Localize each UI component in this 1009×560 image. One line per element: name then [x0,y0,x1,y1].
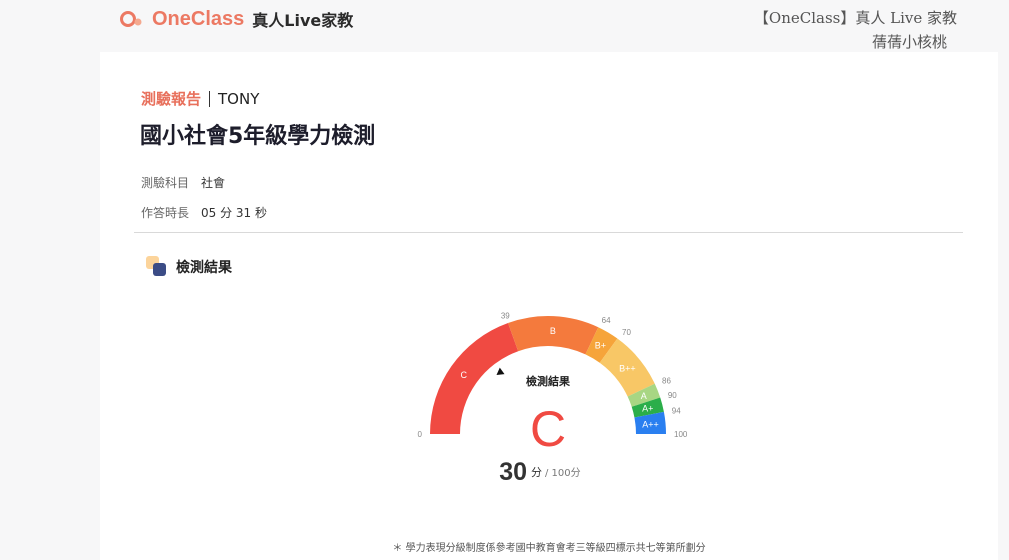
gauge-band-label: B+ [595,340,606,350]
duration-key: 作答時長 [141,206,190,220]
gauge-tick-label: 70 [622,328,631,337]
page-title: 國小社會5年級學力檢測 [140,124,376,149]
watermark-line-1: 【OneClass】真人 Live 家教 [753,9,957,27]
gauge-title: 檢測結果 [526,374,570,388]
student-name: TONY [218,89,260,108]
gauge-band-label: B [550,326,556,336]
gauge-svg: C B B+ B++ A A+ A++ 0 39 64 70 86 90 94 100 檢測結果 C 30… [418,311,688,486]
score-unit: 分 [531,466,542,479]
brand-subtitle: 真人Live家教 [252,11,354,30]
gauge-band-label: A++ [642,419,659,429]
subject-row: 測驗科目 社會 [141,174,225,191]
gauge-band-label: C [460,370,467,380]
gauge-pointer-icon [496,367,505,376]
section-icon [146,256,168,278]
brand-name: OneClass [152,7,245,30]
gauge-band-label: A [641,391,647,401]
duration-row: 作答時長 05 分 31 秒 [141,204,267,221]
grade-gauge: C B B+ B++ A A+ A++ 0 39 64 70 86 90 94 100 檢測結果 C 30… [410,302,700,502]
oneclass-logo[interactable]: OneClass 真人Live家教 [120,8,353,30]
gauge-tick-label: 0 [418,430,423,439]
duration-value: 05 分 31 秒 [201,206,267,220]
gauge-tick-label: 94 [672,406,681,415]
label-divider [209,90,211,107]
subject-value: 社會 [201,176,226,190]
gauge-tick-label: 86 [662,376,671,385]
gauge-tick-label: 90 [668,391,677,400]
score-value: 30 [499,458,527,486]
gauge-band-label: B++ [619,363,636,373]
gauge-tick-label: 39 [501,311,510,320]
watermark: 【OneClass】真人 Live 家教 蒨蒨小核桃 [754,6,957,54]
gauge-band-label: A+ [642,403,653,413]
logo-icon [120,9,148,29]
gauge-tick-label: 64 [602,316,611,325]
gauge-tick-label: 100 [674,430,688,439]
report-label-text: 測驗報告 [141,90,202,108]
top-bar: OneClass 真人Live家教 【OneClass】真人 Live 家教 蒨… [0,0,1009,52]
section-title: 檢測結果 [176,260,232,276]
footnote: ＊ 學力表現分級制度係參考國中教育會考三等級四標示共七等第所劃分 [392,543,706,554]
gauge-band-c [430,322,519,434]
report-label: 測驗報告 TONY [141,88,259,109]
watermark-line-2: 蒨蒨小核桃 [871,33,947,51]
score-total: / 100分 [545,467,581,479]
grade-letter: C [530,401,566,457]
result-section-header: 檢測結果 [146,256,232,278]
divider [134,232,963,233]
subject-key: 測驗科目 [141,176,190,190]
report-card: 測驗報告 TONY 國小社會5年級學力檢測 測驗科目 社會 作答時長 05 分 … [100,52,998,560]
